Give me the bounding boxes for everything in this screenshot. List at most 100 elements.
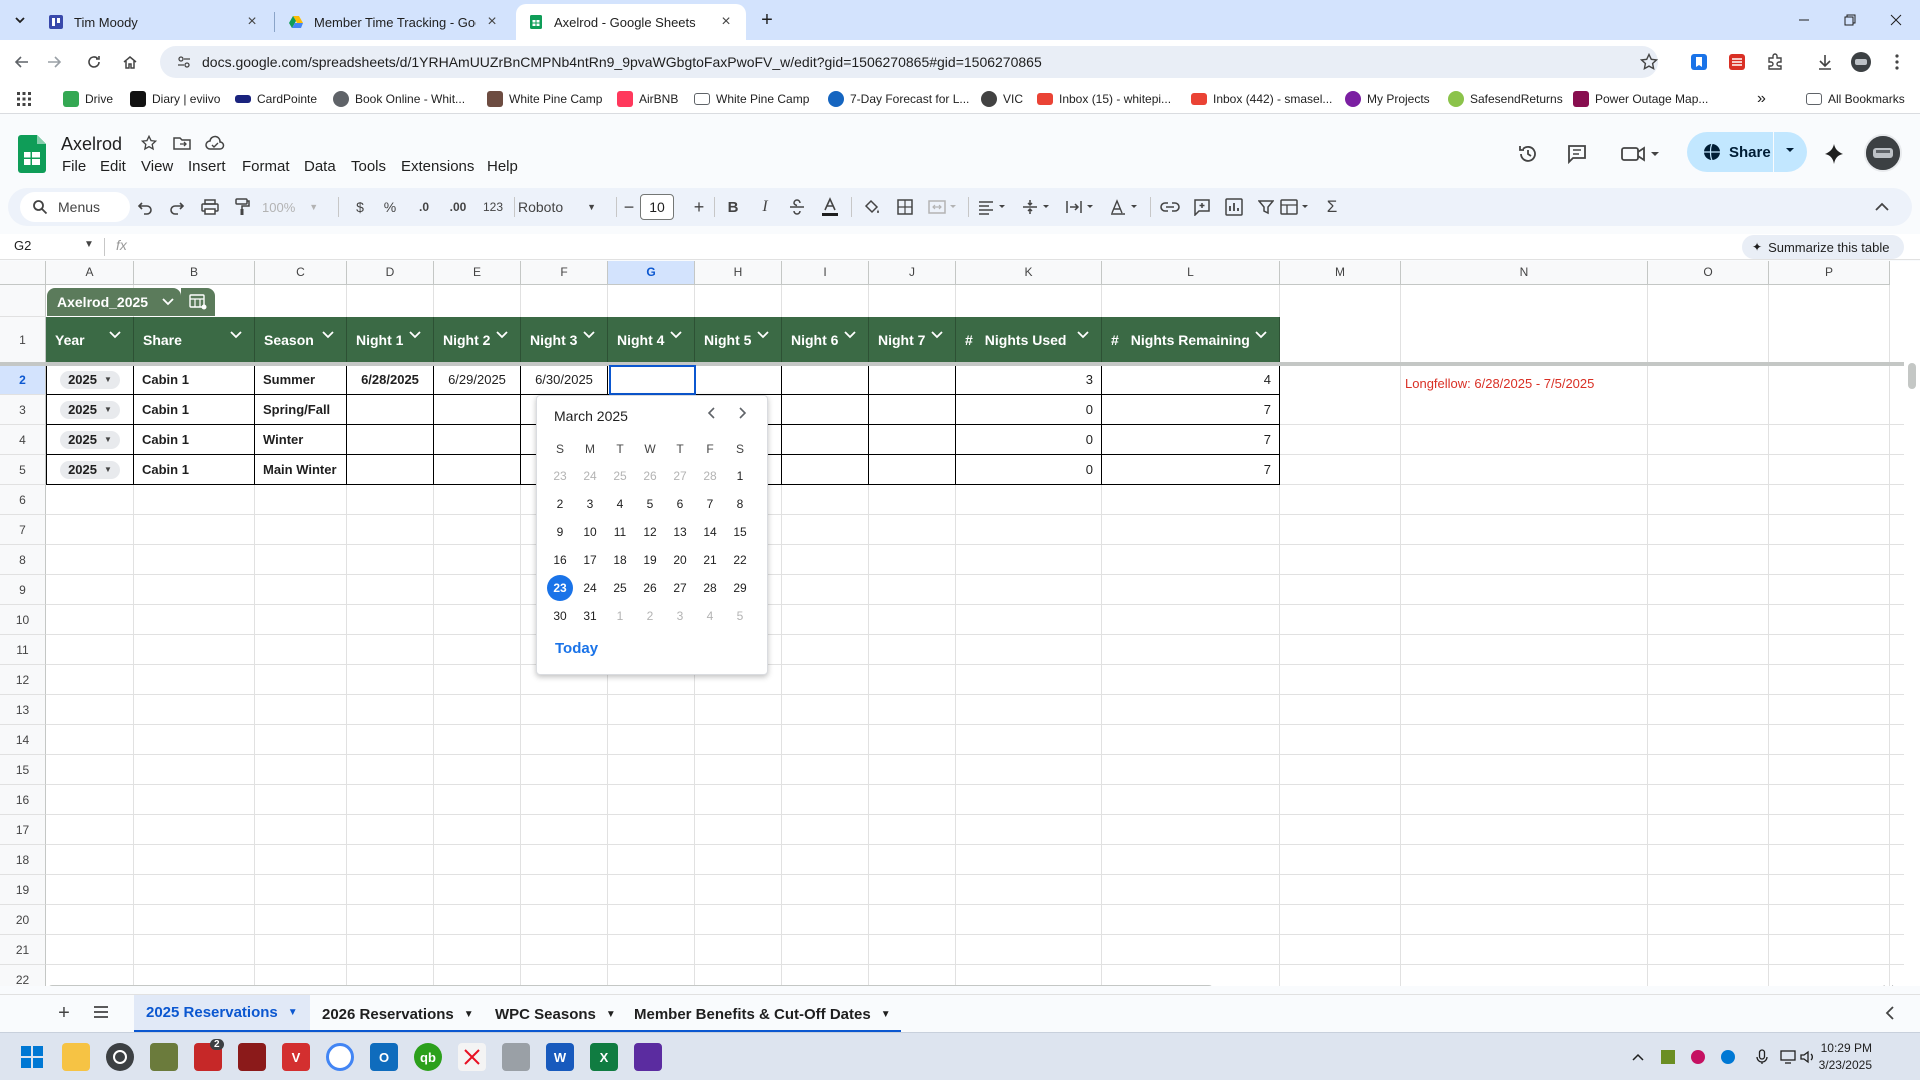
row-header-8[interactable]: 8 <box>0 545 46 575</box>
calendar-day[interactable]: 13 <box>665 518 695 546</box>
cell-b5[interactable]: Cabin 1 <box>134 455 255 485</box>
menu-extensions[interactable]: Extensions <box>401 158 474 175</box>
undo-icon[interactable] <box>133 195 157 219</box>
cell-l2[interactable]: 4 <box>1102 365 1280 395</box>
back-arrow-icon[interactable] <box>8 48 36 76</box>
table-header-night-6[interactable]: Night 6 <box>782 317 869 363</box>
word-icon[interactable]: W <box>546 1043 574 1071</box>
bold-button[interactable]: B <box>722 195 744 219</box>
gemini-sparkle-icon[interactable] <box>1820 140 1848 168</box>
microphone-icon[interactable] <box>1752 1047 1772 1067</box>
menu-file[interactable]: File <box>62 158 86 175</box>
calendar-day[interactable]: 23 <box>545 574 575 602</box>
cell-d3[interactable] <box>347 395 434 425</box>
all-bookmarks[interactable]: All Bookmarks <box>1806 89 1905 109</box>
browser-tab-member-time-tracking[interactable]: Member Time Tracking - Googl × <box>276 4 512 40</box>
browser-tab-axelrod[interactable]: Axelrod - Google Sheets × <box>516 4 746 40</box>
cell-k5[interactable]: 0 <box>956 455 1102 485</box>
font-size-decrease-button[interactable]: − <box>619 195 639 219</box>
text-wrapping-icon[interactable] <box>1064 195 1098 219</box>
font-size-increase-button[interactable]: + <box>689 195 709 219</box>
chatgpt-icon[interactable] <box>106 1043 134 1071</box>
calendar-day[interactable]: 17 <box>575 546 605 574</box>
calendar-day[interactable]: 11 <box>605 518 635 546</box>
column-header-n[interactable]: N <box>1401 261 1648 285</box>
row-header-19[interactable]: 19 <box>0 875 46 905</box>
cell-k3[interactable]: 0 <box>956 395 1102 425</box>
merge-cells-icon[interactable] <box>926 195 960 219</box>
table-name-chip[interactable]: Axelrod_2025 <box>47 288 181 316</box>
calendar-day[interactable]: 5 <box>635 490 665 518</box>
minimize-icon[interactable] <box>1781 0 1827 40</box>
cell-b4[interactable]: Cabin 1 <box>134 425 255 455</box>
filter-icon[interactable] <box>1254 195 1278 219</box>
chrome-icon[interactable] <box>326 1043 354 1071</box>
menus-search-button[interactable]: Menus <box>20 192 130 222</box>
cell-k4[interactable]: 0 <box>956 425 1102 455</box>
browser-menu-icon[interactable] <box>1885 50 1909 74</box>
version-history-icon[interactable] <box>1514 140 1542 168</box>
column-header-j[interactable]: J <box>869 261 956 285</box>
zoom-select[interactable]: 100% ▼ <box>262 195 324 219</box>
column-header-a[interactable]: A <box>46 261 134 285</box>
functions-sigma-icon[interactable]: Σ <box>1320 195 1344 219</box>
font-family-select[interactable]: Roboto ▼ <box>518 195 608 219</box>
calendar-day[interactable]: 4 <box>605 490 635 518</box>
redo-icon[interactable] <box>165 195 189 219</box>
calendar-day[interactable]: 16 <box>545 546 575 574</box>
calendar-day[interactable]: 28 <box>695 574 725 602</box>
extension-bookmark-manager-icon[interactable] <box>1687 50 1711 74</box>
cell-l4[interactable]: 7 <box>1102 425 1280 455</box>
calendar-day[interactable]: 23 <box>545 462 575 490</box>
column-header-i[interactable]: I <box>782 261 869 285</box>
calendar-day[interactable]: 1 <box>605 602 635 630</box>
frozen-row-divider[interactable] <box>0 362 1904 366</box>
collapse-toolbar-chevron-icon[interactable] <box>1870 195 1894 219</box>
chevron-down-icon[interactable] <box>931 331 943 339</box>
cell-e4[interactable] <box>434 425 521 455</box>
column-header-e[interactable]: E <box>434 261 521 285</box>
chevron-down-icon[interactable] <box>583 331 595 339</box>
bookmark-power-outage-map[interactable]: Power Outage Map... <box>1573 89 1708 109</box>
calendar-day[interactable]: 3 <box>665 602 695 630</box>
row-header-13[interactable]: 13 <box>0 695 46 725</box>
quickbooks-icon[interactable]: qb <box>414 1043 442 1071</box>
cell-h2[interactable] <box>695 365 782 395</box>
menu-tools[interactable]: Tools <box>351 158 386 175</box>
italic-button[interactable]: I <box>754 195 776 219</box>
star-icon[interactable] <box>138 132 160 154</box>
bookmark-inbox-whitepine[interactable]: Inbox (15) - whitepi... <box>1037 89 1171 109</box>
previous-month-chevron-icon[interactable] <box>705 406 719 420</box>
cell-l3[interactable]: 7 <box>1102 395 1280 425</box>
notes-app-icon[interactable] <box>150 1043 178 1071</box>
tab-search-chevron-icon[interactable] <box>6 6 34 34</box>
bookmark-vic[interactable]: VIC <box>981 89 1023 109</box>
column-header-f[interactable]: F <box>521 261 608 285</box>
share-dropdown-icon[interactable] <box>1784 144 1796 156</box>
summarize-table-button[interactable]: ✦ Summarize this table <box>1742 235 1904 259</box>
table-header-night-2[interactable]: Night 2 <box>434 317 521 363</box>
row-header-4[interactable]: 4 <box>0 425 46 455</box>
calendar-day[interactable]: 24 <box>575 574 605 602</box>
close-icon[interactable]: × <box>484 13 500 30</box>
site-info-icon[interactable] <box>176 54 192 70</box>
cell-i4[interactable] <box>782 425 869 455</box>
bookmark-book-online[interactable]: Book Online - Whit... <box>333 89 465 109</box>
cell-b3[interactable]: Cabin 1 <box>134 395 255 425</box>
calendar-day[interactable]: 2 <box>545 490 575 518</box>
address-bar[interactable]: docs.google.com/spreadsheets/d/1YRHAmUUZ… <box>160 46 1658 78</box>
browser-tab-tim-moody[interactable]: Tim Moody × <box>36 4 272 40</box>
new-tab-plus-icon[interactable]: + <box>753 6 781 34</box>
cell-c3[interactable]: Spring/Fall <box>255 395 347 425</box>
cell-j2[interactable] <box>869 365 956 395</box>
horizontal-align-icon[interactable] <box>976 195 1010 219</box>
chevron-down-icon[interactable] <box>1077 331 1089 339</box>
calendar-day[interactable]: 20 <box>665 546 695 574</box>
calendar-day[interactable]: 29 <box>725 574 755 602</box>
calendar-day[interactable]: 15 <box>725 518 755 546</box>
reload-icon[interactable] <box>80 48 108 76</box>
vertical-align-icon[interactable] <box>1020 195 1054 219</box>
cell-a2[interactable]: 2025 ▼ <box>46 365 134 395</box>
cell-k2[interactable]: 3 <box>956 365 1102 395</box>
borders-icon[interactable] <box>894 195 916 219</box>
